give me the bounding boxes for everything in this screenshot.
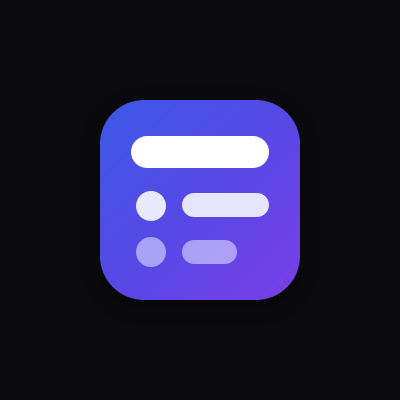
list-line [182, 193, 269, 217]
list-line [182, 240, 237, 264]
list-bullet-icon [136, 237, 166, 267]
list-summary-icon[interactable] [100, 100, 300, 300]
canvas [0, 0, 400, 400]
header-bar [131, 136, 269, 168]
list-bullet-icon [136, 191, 166, 221]
